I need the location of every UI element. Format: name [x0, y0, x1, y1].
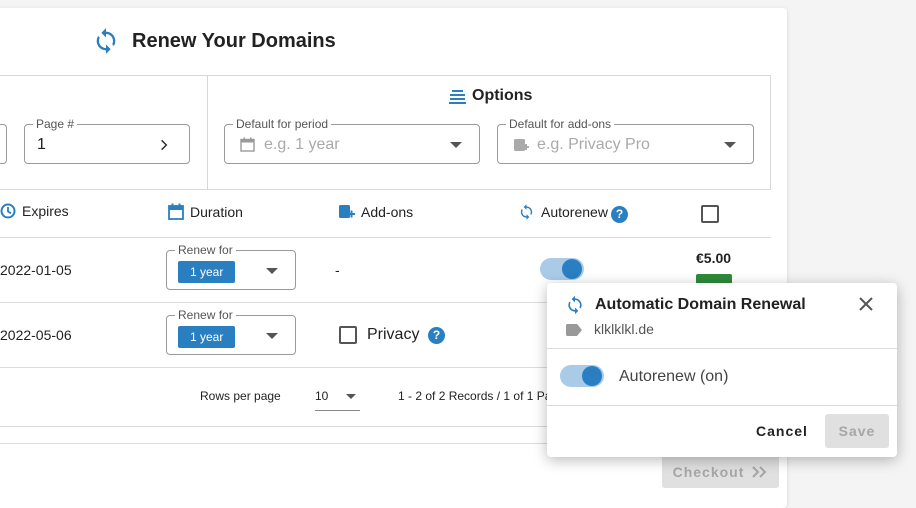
- renew-period-select[interactable]: Renew for 1 year: [166, 308, 296, 355]
- options-title: Options: [472, 87, 533, 104]
- col-header-duration[interactable]: Duration: [168, 203, 243, 220]
- privacy-help-icon[interactable]: ?: [428, 327, 445, 344]
- default-period-placeholder: e.g. 1 year: [264, 136, 340, 153]
- renew-period-chip: 1 year: [178, 261, 236, 283]
- addons-icon: [513, 137, 529, 153]
- autorenew-help-icon[interactable]: ?: [611, 206, 628, 223]
- chevron-down-icon: [450, 142, 462, 148]
- table-header-divider: [0, 237, 771, 238]
- popup-domain: klklklkl.de: [594, 321, 654, 337]
- page-number-label: Page #: [33, 117, 78, 131]
- cancel-button[interactable]: Cancel: [747, 414, 817, 448]
- options-header: Options: [449, 87, 532, 105]
- popup-toggle-label: Autorenew (on): [619, 368, 729, 385]
- select-all-checkbox[interactable]: [701, 205, 719, 223]
- privacy-checkbox[interactable]: [339, 326, 357, 344]
- calendar-icon: [240, 137, 255, 152]
- chevron-down-icon: [266, 333, 278, 339]
- save-button[interactable]: Save: [825, 414, 889, 448]
- addons-icon: [338, 203, 355, 220]
- renew-period-label: Renew for: [175, 308, 236, 322]
- checkout-button[interactable]: Checkout: [662, 455, 779, 488]
- col-header-autorenew-label: Autorenew: [541, 204, 608, 220]
- col-header-addons[interactable]: Add-ons: [338, 203, 413, 220]
- addons-value: -: [335, 262, 340, 278]
- expires-date: 2022-01-05: [0, 262, 72, 278]
- chevron-down-icon: [266, 268, 278, 274]
- page-title: Renew Your Domains: [132, 29, 336, 52]
- page-header: Renew Your Domains: [92, 26, 336, 56]
- default-period-label: Default for period: [233, 117, 332, 131]
- options-icon: [449, 89, 466, 104]
- col-header-expires-label: Expires: [22, 203, 69, 219]
- renew-period-chip: 1 year: [178, 326, 236, 348]
- privacy-label: Privacy: [367, 326, 420, 343]
- autorenew-popup: Automatic Domain Renewal klklklkl.de Aut…: [547, 283, 897, 457]
- refresh-icon: [518, 203, 535, 221]
- popup-divider: [547, 405, 897, 406]
- default-addons-select[interactable]: Default for add-ons e.g. Privacy Pro: [497, 117, 754, 164]
- refresh-icon: [565, 294, 585, 316]
- renew-period-select[interactable]: Renew for 1 year: [166, 243, 296, 290]
- popup-autorenew-toggle[interactable]: [560, 365, 604, 387]
- chevron-right-icon[interactable]: [157, 137, 171, 153]
- rows-per-page-value: 10: [315, 389, 329, 403]
- col-header-addons-label: Add-ons: [361, 203, 414, 220]
- autorenew-toggle[interactable]: [540, 258, 584, 280]
- col-header-expires[interactable]: Expires: [0, 203, 69, 219]
- rows-per-page-label: Rows per page: [200, 389, 281, 403]
- calendar-icon: [168, 203, 184, 220]
- tag-icon: [566, 324, 582, 336]
- col-header-autorenew[interactable]: Autorenew: [518, 203, 608, 221]
- table-top-divider: [0, 189, 771, 190]
- chevron-down-icon: [346, 394, 356, 399]
- page-number-value: 1: [37, 136, 46, 153]
- refresh-icon: [92, 26, 120, 56]
- records-summary: 1 - 2 of 2 Records / 1 of 1 Pa: [398, 389, 552, 403]
- chevron-down-icon: [724, 142, 736, 148]
- rows-per-page-select[interactable]: 10: [315, 383, 360, 411]
- default-addons-placeholder: e.g. Privacy Pro: [537, 136, 650, 153]
- close-icon[interactable]: [858, 296, 874, 312]
- checkout-label: Checkout: [672, 463, 745, 480]
- toggle-knob: [562, 259, 582, 279]
- price: €5.00: [696, 250, 732, 266]
- default-period-select[interactable]: Default for period e.g. 1 year: [224, 117, 480, 164]
- clock-icon: [0, 203, 16, 219]
- popup-divider: [547, 348, 897, 349]
- prev-filter-field[interactable]: [0, 124, 7, 164]
- page-number-field[interactable]: Page # 1: [24, 117, 190, 164]
- popup-title: Automatic Domain Renewal: [595, 296, 806, 313]
- default-addons-label: Default for add-ons: [506, 117, 615, 131]
- col-header-duration-label: Duration: [190, 203, 243, 220]
- double-chevron-icon: [752, 465, 768, 478]
- renew-period-label: Renew for: [175, 243, 236, 257]
- expires-date: 2022-05-06: [0, 327, 72, 343]
- toggle-knob: [582, 366, 602, 386]
